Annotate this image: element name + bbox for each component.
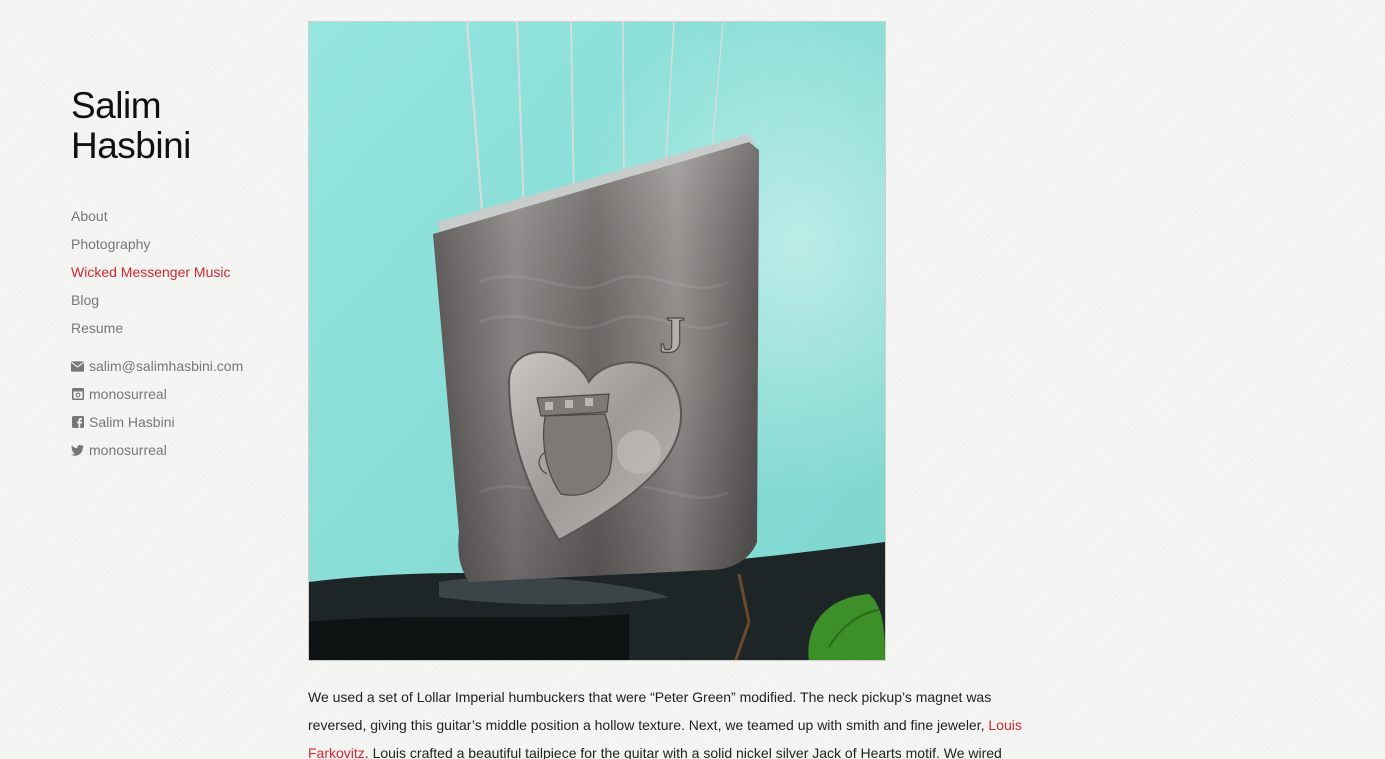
nav-item-resume[interactable]: Resume [71,320,123,336]
article-paragraph: We used a set of Lollar Imperial humbuck… [308,683,1030,759]
twitter-icon [71,444,84,457]
svg-text:J: J [659,307,685,364]
twitter-link[interactable]: monosurreal [89,436,167,464]
instagram-link[interactable]: monosurreal [89,380,167,408]
sidebar: Salim Hasbini About Photography Wicked M… [71,86,271,464]
contact-twitter: monosurreal [71,436,271,464]
instagram-icon [71,388,84,401]
contact-email: salim@salimhasbini.com [71,352,271,380]
facebook-icon [71,416,84,429]
contact-instagram: monosurreal [71,380,271,408]
guitar-tailpiece-photo[interactable]: J [308,21,886,661]
site-title: Salim Hasbini [71,86,271,166]
nav-item-wicked-messenger-music[interactable]: Wicked Messenger Music [71,264,231,280]
site-title-line2: Hasbini [71,125,191,166]
article-text-part2: . Louis crafted a beautiful tailpiece fo… [364,745,1002,759]
article-text-part1: We used a set of Lollar Imperial humbuck… [308,689,992,733]
email-link[interactable]: salim@salimhasbini.com [89,352,243,380]
site-title-line1: Salim [71,85,162,126]
contact-facebook: Salim Hasbini [71,408,271,436]
jack-letter: J [658,306,685,364]
main-nav: About Photography Wicked Messenger Music… [71,202,271,342]
main-content: J We used a set of Lollar Imperial humbu… [308,21,1038,759]
contact-links: salim@salimhasbini.com monosurreal Salim… [71,352,271,464]
site-title-link[interactable]: Salim Hasbini [71,86,271,166]
facebook-link[interactable]: Salim Hasbini [89,408,175,436]
envelope-icon [71,360,84,373]
nav-item-photography[interactable]: Photography [71,236,150,252]
nav-item-about[interactable]: About [71,208,108,224]
nav-item-blog[interactable]: Blog [71,292,99,308]
